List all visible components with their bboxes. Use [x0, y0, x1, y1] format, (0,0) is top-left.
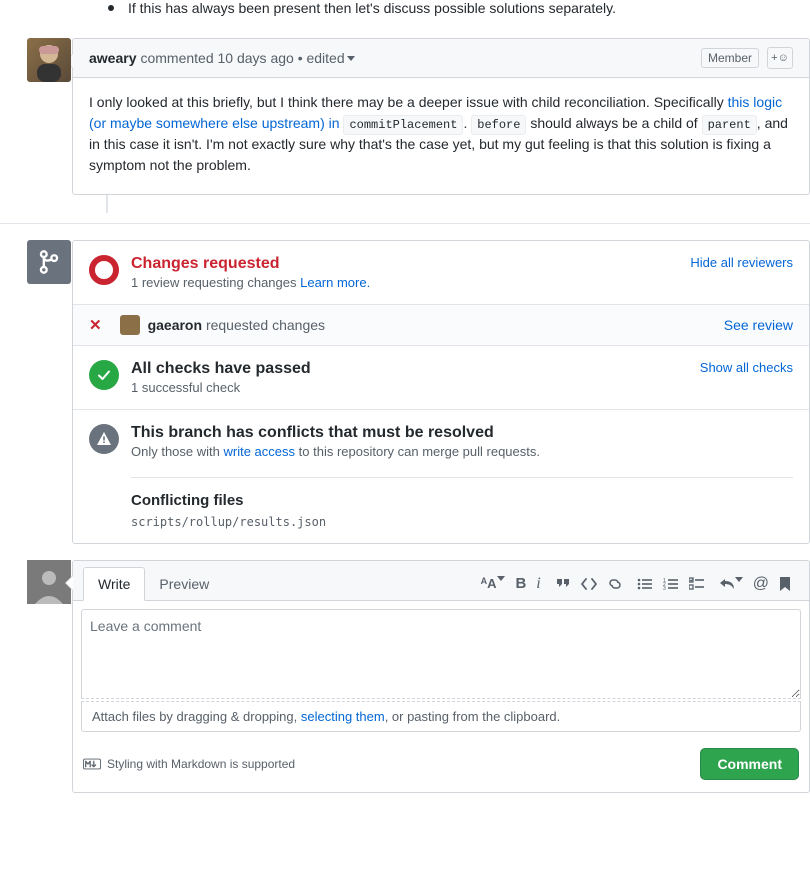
changes-requested-icon — [89, 255, 119, 285]
learn-more-link[interactable]: Learn more. — [300, 275, 370, 290]
conflicting-files-title: Conflicting files — [131, 492, 793, 509]
comment-button[interactable]: Comment — [700, 748, 799, 780]
compose-box: Write Preview AA B i — [72, 560, 810, 793]
bold-icon[interactable]: B — [515, 575, 526, 592]
quote-icon[interactable] — [555, 576, 571, 592]
conflict-sub: Only those with — [131, 444, 224, 459]
check-icon — [89, 360, 119, 390]
edited-dropdown-icon[interactable] — [347, 56, 355, 61]
reviewer-name[interactable]: gaearon — [148, 317, 202, 333]
add-reaction-button[interactable]: +☺ — [767, 47, 793, 69]
comment-card: aweary commented 10 days ago • edited Me… — [72, 38, 810, 195]
code-token: parent — [702, 115, 757, 135]
markdown-hint[interactable]: Styling with Markdown is supported — [83, 757, 295, 771]
italic-icon[interactable]: i — [536, 575, 540, 593]
comment-body: I only looked at this briefly, but I thi… — [73, 78, 809, 194]
comment-text: should always be a child of — [526, 115, 701, 131]
comment-textarea[interactable] — [81, 609, 801, 699]
show-checks-link[interactable]: Show all checks — [700, 360, 793, 395]
changes-requested-title: Changes requested — [131, 255, 690, 273]
role-badge: Member — [701, 48, 759, 68]
comment-meta: commented 10 days ago • edited — [140, 50, 344, 66]
reviewer-row: ✕ gaearon requested changes See review — [73, 305, 809, 346]
merge-icon — [27, 240, 71, 284]
conflict-title: This branch has conflicts that must be r… — [131, 424, 793, 442]
comment-header: aweary commented 10 days ago • edited Me… — [73, 39, 809, 78]
x-icon: ✕ — [89, 316, 102, 334]
comment-text: I only looked at this briefly, but I thi… — [89, 94, 728, 110]
merge-status-box: Changes requested 1 review requesting ch… — [72, 240, 810, 544]
reviewer-avatar[interactable] — [120, 315, 140, 335]
tab-preview[interactable]: Preview — [145, 568, 223, 600]
checks-title: All checks have passed — [131, 360, 700, 378]
hide-reviewers-link[interactable]: Hide all reviewers — [690, 255, 793, 290]
saved-replies-icon[interactable] — [779, 576, 791, 592]
mention-icon[interactable]: @ — [753, 575, 769, 593]
bullet-dot-icon — [108, 5, 114, 11]
selecting-them-link[interactable]: selecting them — [301, 709, 385, 724]
conflicting-file: scripts/rollup/results.json — [131, 515, 793, 529]
attach-hint[interactable]: Attach files by dragging & dropping, sel… — [81, 701, 801, 732]
conflict-sub: to this repository can merge pull reques… — [295, 444, 540, 459]
svg-text:3: 3 — [663, 586, 666, 591]
write-access-link[interactable]: write access — [224, 444, 296, 459]
checks-sub: 1 successful check — [131, 380, 700, 395]
code-token: before — [471, 115, 526, 135]
heading-icon[interactable]: AA — [481, 576, 506, 591]
prev-comment-fragment: If this has always been present then let… — [128, 0, 616, 16]
see-review-link[interactable]: See review — [724, 317, 793, 333]
warning-icon — [89, 424, 119, 454]
reviewer-action: requested changes — [206, 317, 325, 333]
code-token: commitPlacement — [343, 115, 463, 135]
tab-write[interactable]: Write — [83, 567, 145, 601]
code-icon[interactable] — [581, 577, 597, 591]
avatar[interactable] — [27, 38, 71, 82]
comment-author[interactable]: aweary — [89, 50, 136, 66]
task-list-icon[interactable] — [689, 577, 705, 591]
ordered-list-icon[interactable]: 123 — [663, 577, 679, 591]
link-icon[interactable] — [607, 576, 623, 592]
unordered-list-icon[interactable] — [637, 577, 653, 591]
changes-sub: 1 review requesting changes — [131, 275, 300, 290]
reply-icon[interactable] — [719, 577, 743, 591]
